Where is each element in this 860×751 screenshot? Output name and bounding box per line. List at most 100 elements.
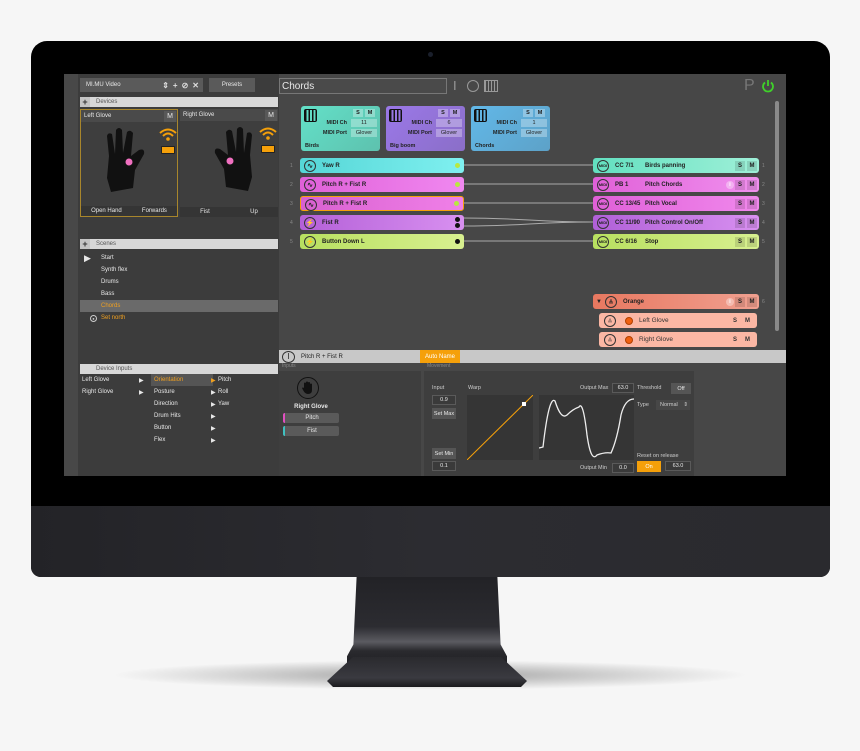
input-device-name: Right Glove	[294, 404, 328, 410]
output-mapping-row[interactable]: MIDI CC 6/16 Stop S M	[593, 234, 759, 249]
chevron-right-icon: ▶	[139, 377, 144, 384]
group-icon: ⁂	[604, 333, 616, 346]
row-number: 2	[290, 182, 293, 188]
app-screen: MI.MU Video ⇕ + ⊘ ✕ Presets + Devices Le…	[64, 74, 786, 476]
group-child-left-glove[interactable]: ⁂ Left Glove S M	[599, 313, 757, 328]
auto-name-button[interactable]: Auto Name	[420, 350, 461, 363]
output-min-field[interactable]: 0.0	[612, 463, 634, 473]
mute-button[interactable]: M	[745, 337, 750, 343]
input-mapping-row[interactable]: ∿ Yaw R	[300, 158, 464, 173]
output-name: Pitch Control On/Off	[645, 219, 703, 226]
input-min-field[interactable]: 0.1	[432, 461, 456, 471]
reset-on-release-toggle[interactable]: On	[637, 461, 661, 472]
output-mapping-row[interactable]: MIDI PB 1 Pitch Chords i S M	[593, 177, 759, 192]
chevron-right-icon: ▶	[211, 401, 216, 408]
warp-curve-graph[interactable]	[467, 395, 533, 460]
updown-icon: ⇕	[683, 402, 688, 408]
input-mapping-row[interactable]: ⚡ Fist R	[300, 215, 464, 230]
group-icon: ⁂	[604, 314, 616, 327]
category-posture[interactable]: Posture ▶	[151, 386, 216, 398]
set-max-button[interactable]: Set Max	[432, 408, 456, 419]
cc-label: CC 6/16	[615, 238, 638, 245]
input-mapping-row[interactable]: ⚡ Button Down L	[300, 234, 464, 249]
set-min-button[interactable]: Set Min	[432, 448, 456, 459]
mute-button[interactable]: M	[745, 318, 750, 324]
mute-button[interactable]: M	[747, 160, 757, 171]
movement-label: Movement	[427, 363, 451, 369]
group-icon: ⁂	[605, 295, 617, 308]
output-curve	[539, 398, 634, 458]
solo-button[interactable]: S	[733, 318, 737, 324]
group-child-right-glove[interactable]: ⁂ Right Glove S M	[599, 332, 757, 347]
connector-dot[interactable]	[455, 239, 460, 244]
cc-label: CC 13/45	[615, 200, 641, 207]
connector-dot[interactable]	[455, 163, 460, 168]
row-number: 3	[290, 201, 293, 207]
category-flex[interactable]: Flex ▶	[151, 434, 216, 446]
solo-button[interactable]: S	[735, 160, 745, 171]
row-number: 1	[762, 163, 765, 169]
input-mapping-row[interactable]: ∿ Pitch R + Fist R	[300, 177, 464, 192]
mapping-editor-header: I Pitch R + Fist R Auto Name	[279, 350, 786, 363]
solo-button[interactable]: S	[735, 198, 745, 209]
color-dot	[625, 316, 633, 325]
warp-handle[interactable]	[522, 402, 526, 406]
midi-icon: MIDI	[597, 159, 609, 172]
reset-value-field[interactable]: 63.0	[665, 461, 691, 471]
category-drum-hits[interactable]: Drum Hits ▶	[151, 410, 216, 422]
category-direction[interactable]: Direction ▶	[151, 398, 216, 410]
mute-button[interactable]: M	[747, 179, 757, 190]
midi-icon: MIDI	[597, 197, 609, 210]
solo-button[interactable]: S	[735, 296, 745, 307]
info-icon[interactable]: i	[726, 297, 734, 306]
hand-icon	[297, 377, 319, 399]
threshold-toggle[interactable]: Off	[671, 383, 691, 394]
category-orientation[interactable]: Orientation ▶	[151, 374, 216, 386]
row-number: 2	[762, 182, 765, 188]
solo-button[interactable]: S	[733, 337, 737, 343]
connector-dot[interactable]	[455, 182, 460, 187]
sub-item-yaw[interactable]: Yaw	[218, 398, 229, 410]
cc-label: CC 7/1	[615, 162, 634, 169]
monitor: MI.MU Video ⇕ + ⊘ ✕ Presets + Devices Le…	[31, 41, 830, 577]
mapping-name-input[interactable]: Pitch R + Fist R	[301, 354, 420, 360]
output-max-field[interactable]: 63.0	[612, 383, 634, 393]
connection-line	[462, 221, 594, 227]
solo-button[interactable]: S	[735, 179, 745, 190]
input-chip-fist[interactable]: Fist	[283, 426, 339, 436]
chevron-right-icon: ▶	[211, 413, 216, 420]
info-icon[interactable]: i	[726, 180, 734, 189]
caret-down-icon[interactable]: ▼	[596, 299, 602, 305]
solo-button[interactable]: S	[735, 217, 745, 228]
sub-item-roll[interactable]: Roll	[218, 386, 228, 398]
input-mapping-row[interactable]: ∿ Pitch R + Fist R	[300, 196, 464, 211]
output-mapping-row[interactable]: MIDI CC 13/45 Pitch Vocal S M	[593, 196, 759, 211]
mute-button[interactable]: M	[747, 198, 757, 209]
chevron-right-icon: ▶	[211, 437, 216, 444]
output-preview-graph	[539, 395, 634, 460]
wave-icon: ∿	[305, 198, 317, 211]
output-name: Birds panning	[645, 162, 686, 169]
connector-dot[interactable]	[454, 201, 459, 206]
category-button[interactable]: Button ▶	[151, 422, 216, 434]
solo-button[interactable]: S	[735, 236, 745, 247]
type-select[interactable]: Normal ⇕	[656, 400, 690, 410]
connector-dot	[455, 217, 460, 222]
sub-item-pitch[interactable]: Pitch	[218, 374, 231, 386]
output-mapping-row[interactable]: MIDI CC 11/90 Pitch Control On/Off S M	[593, 215, 759, 230]
chevron-right-icon: ▶	[211, 425, 216, 432]
device-input-right-glove[interactable]: Right Glove ▶	[82, 386, 144, 398]
mute-button[interactable]: M	[747, 217, 757, 228]
input-chip-pitch[interactable]: Pitch	[283, 413, 339, 423]
connection-lines	[462, 164, 594, 242]
mute-button[interactable]: M	[747, 296, 757, 307]
device-input-left-glove[interactable]: Left Glove ▶	[82, 374, 144, 386]
connection-line	[462, 217, 594, 223]
text-cursor-icon: I	[282, 350, 295, 363]
mute-button[interactable]: M	[747, 236, 757, 247]
monitor-chin	[31, 506, 830, 577]
output-mapping-row[interactable]: MIDI CC 7/1 Birds panning S M	[593, 158, 759, 173]
input-max-field[interactable]: 0.9	[432, 395, 456, 405]
output-group-orange[interactable]: ▼ ⁂ Orange i S M	[593, 294, 759, 309]
output-name: Pitch Vocal	[645, 200, 677, 207]
